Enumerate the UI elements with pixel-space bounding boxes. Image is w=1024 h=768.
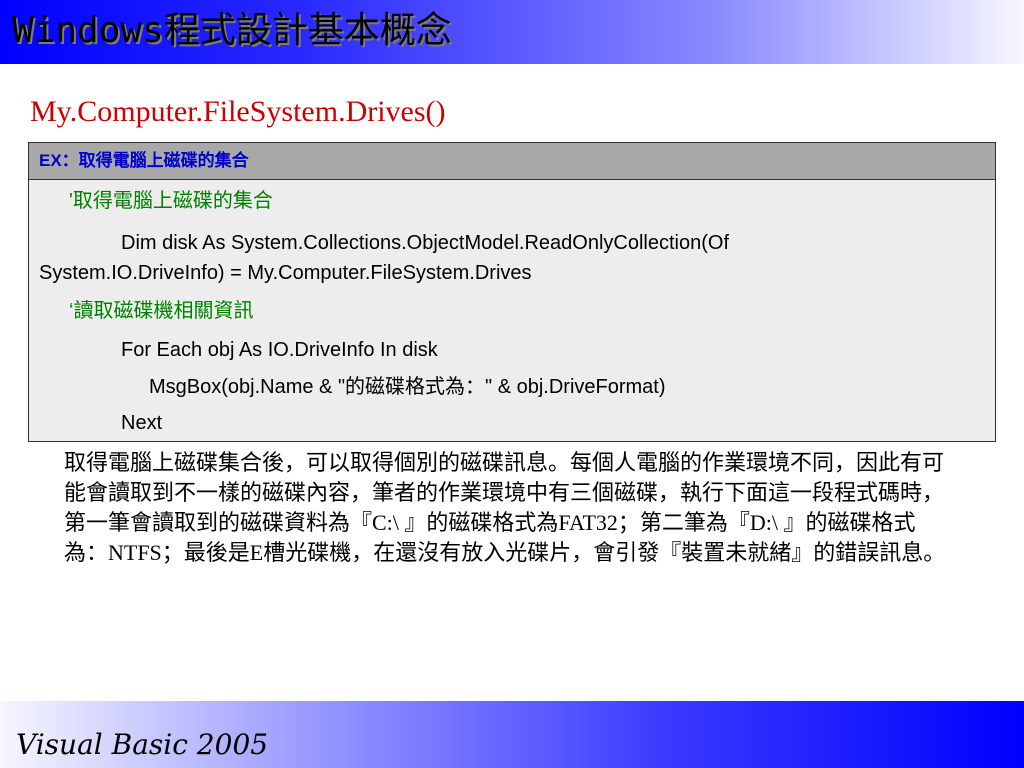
code-line: Dim disk As System.Collections.ObjectMod… <box>121 232 729 254</box>
code-example-header: EX：取得電腦上磁碟的集合 <box>29 143 995 180</box>
code-line: Next <box>121 412 163 434</box>
code-line: For Each obj As IO.DriveInfo In disk <box>121 339 438 361</box>
code-comment-line: ‘讀取磁碟機相關資訊 <box>69 300 254 322</box>
code-line: System.IO.DriveInfo) = My.Computer.FileS… <box>39 262 532 284</box>
code-line: MsgBox(obj.Name & "的磁碟格式為：" & obj.DriveF… <box>149 376 666 398</box>
code-example-box: EX：取得電腦上磁碟的集合 '取得電腦上磁碟的集合 Dim disk As Sy… <box>28 142 996 442</box>
footer-label: Visual Basic 2005 <box>16 728 269 761</box>
section-subtitle: My.Computer.FileSystem.Drives() <box>30 95 446 128</box>
description-paragraph: 取得電腦上磁碟集合後，可以取得個別的磁碟訊息。每個人電腦的作業環境不同，因此有可… <box>64 450 946 565</box>
code-comment-line: '取得電腦上磁碟的集合 <box>69 190 273 212</box>
slide-title: Windows程式設計基本概念 <box>12 10 452 51</box>
